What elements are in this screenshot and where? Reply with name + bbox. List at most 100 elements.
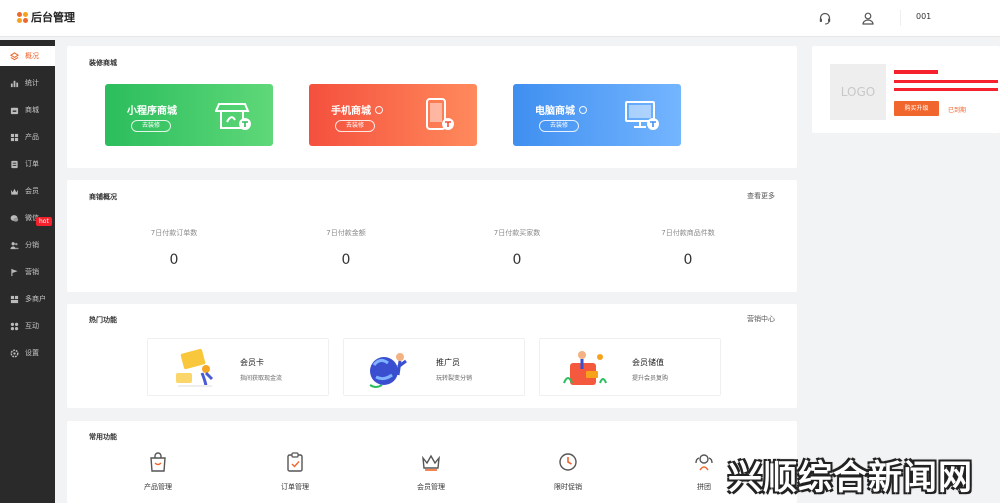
card-title: 商铺概况	[89, 193, 117, 201]
user-icon[interactable]	[861, 11, 875, 25]
feature-name: 会员卡	[240, 358, 264, 367]
expired-status: 已到期	[948, 107, 967, 114]
decorate-button[interactable]: 去装修	[335, 120, 375, 132]
sidebar-item-label: 互动	[25, 322, 39, 330]
card-title: 常用功能	[89, 433, 117, 441]
sidebar-item-label: 产品	[25, 133, 39, 141]
tool-product-management[interactable]: 产品管理	[118, 451, 198, 492]
sidebar-item-settings[interactable]: 设置	[0, 343, 55, 363]
store-overview-card: 商铺概况 查看更多 7日付款订单数 0 7日付款金额 0 7日付款买家数 0 7…	[67, 180, 797, 292]
sidebar-item-members[interactable]: 会员	[0, 181, 55, 201]
common-tools-card: 常用功能 产品管理 订单管理 会员管理 限时促销 拼团	[67, 421, 797, 503]
people-icon	[10, 241, 19, 249]
sidebar-item-interaction[interactable]: 互动	[0, 316, 55, 336]
site-watermark: 兴顺综合新闻网	[728, 458, 973, 498]
sidebar-item-orders[interactable]: 订单	[0, 154, 55, 174]
headset-icon[interactable]	[818, 11, 832, 25]
verified-icon	[375, 105, 383, 114]
phone-icon	[426, 98, 454, 130]
monitor-icon	[625, 101, 659, 130]
chart-icon	[10, 80, 19, 87]
feature-desc: 提升会员复购	[632, 375, 669, 382]
feature-name: 会员储值	[632, 358, 664, 367]
account-card: LOGO 购买升级 已到期	[812, 46, 1000, 133]
buy-upgrade-button[interactable]: 购买升级	[894, 101, 939, 116]
redacted-line	[894, 88, 998, 91]
view-more-link[interactable]: 查看更多	[747, 191, 775, 201]
sidebar-item-label: 分销	[25, 241, 39, 249]
feature-promoter[interactable]: 推广员 玩转裂变分销	[343, 338, 525, 396]
merchant-icon	[10, 295, 19, 303]
promoter-illustration-icon	[369, 353, 407, 388]
redacted-name	[894, 70, 938, 74]
deposit-illustration-icon	[563, 351, 607, 385]
storefront-icon	[215, 103, 251, 130]
gear-icon	[10, 349, 19, 357]
brand-logo-icon	[17, 11, 28, 23]
order-icon	[11, 160, 18, 168]
feature-name: 推广员	[436, 358, 460, 367]
sidebar-item-label: 营销	[25, 268, 39, 276]
hot-features-card: 热门功能 营销中心 会员卡 指间获取现金流 推广员 玩转裂变分销 会员储值 提升…	[67, 304, 797, 408]
stat-amount: 7日付款金额 0	[326, 229, 366, 268]
clipboard-icon	[287, 452, 303, 472]
sidebar-item-label: 统计	[25, 79, 39, 87]
stat-orders: 7日付款订单数 0	[150, 229, 198, 268]
crown-icon	[422, 454, 440, 471]
store-logo[interactable]: LOGO	[830, 64, 886, 120]
feature-desc: 指间获取现金流	[240, 375, 283, 382]
sidebar-item-label: 会员	[25, 187, 39, 195]
sidebar-item-label: 概况	[25, 52, 39, 60]
sidebar-item-label: 订单	[25, 160, 39, 168]
grid-icon	[10, 133, 19, 141]
store-icon	[10, 107, 19, 114]
sidebar: 概况 统计 商城 产品 订单 会员 微信 分销 营销 多商户 互动 设置	[0, 40, 55, 503]
brand[interactable]: 后台管理	[17, 9, 75, 25]
pc-mall-tile[interactable]: 电脑商城 去装修	[513, 84, 681, 146]
tool-member-management[interactable]: 会员管理	[391, 451, 471, 492]
top-bar: 后台管理 001	[0, 0, 1000, 37]
app-title: 后台管理	[31, 11, 75, 24]
clock-icon	[559, 453, 577, 471]
group-icon	[695, 454, 713, 471]
verified-icon	[579, 105, 587, 114]
feature-member-deposit[interactable]: 会员储值 提升会员复购	[539, 338, 721, 396]
shop-name: 手机商城	[331, 102, 383, 117]
sidebar-item-marketing[interactable]: 营销	[0, 262, 55, 282]
tool-order-management[interactable]: 订单管理	[255, 451, 335, 492]
sidebar-item-overview[interactable]: 概况	[0, 46, 55, 66]
feature-desc: 玩转裂变分销	[436, 375, 473, 382]
decorate-mall-card: 装修商城 小程序商城 去装修 手机商城 去装修 电脑商城 去装修	[67, 46, 797, 168]
member-card-illustration-icon	[176, 348, 214, 388]
redacted-line	[894, 80, 998, 83]
layers-icon	[10, 51, 19, 60]
decorate-button[interactable]: 去装修	[539, 120, 579, 132]
mini-program-mall-tile[interactable]: 小程序商城 去装修	[105, 84, 273, 146]
sidebar-item-multi-merchant[interactable]: 多商户	[0, 289, 55, 309]
feature-member-card[interactable]: 会员卡 指间获取现金流	[147, 338, 329, 396]
shop-name: 小程序商城	[127, 106, 177, 117]
sidebar-item-label: 设置	[25, 349, 39, 357]
card-title: 热门功能	[89, 316, 117, 324]
crown-icon	[10, 188, 19, 195]
sidebar-item-mall[interactable]: 商城	[0, 100, 55, 120]
bag-icon	[150, 452, 166, 472]
tool-flash-sale[interactable]: 限时促销	[528, 451, 608, 492]
marketing-center-link[interactable]: 营销中心	[747, 314, 775, 324]
stat-buyers: 7日付款买家数 0	[493, 229, 541, 268]
card-title: 装修商城	[89, 59, 117, 67]
hot-badge: hot	[36, 217, 52, 226]
apps-icon	[10, 322, 19, 330]
flag-icon	[11, 268, 18, 276]
sidebar-item-label: 多商户	[25, 295, 46, 303]
sidebar-item-distribution[interactable]: 分销	[0, 235, 55, 255]
mobile-mall-tile[interactable]: 手机商城 去装修	[309, 84, 477, 146]
sidebar-item-statistics[interactable]: 统计	[0, 73, 55, 93]
username[interactable]: 001	[916, 12, 931, 21]
sidebar-item-label: 商城	[25, 106, 39, 114]
stat-items: 7日付款商品件数 0	[661, 229, 715, 268]
wechat-icon	[10, 214, 19, 222]
shop-name: 电脑商城	[535, 102, 587, 117]
decorate-button[interactable]: 去装修	[131, 120, 171, 132]
sidebar-item-products[interactable]: 产品	[0, 127, 55, 147]
